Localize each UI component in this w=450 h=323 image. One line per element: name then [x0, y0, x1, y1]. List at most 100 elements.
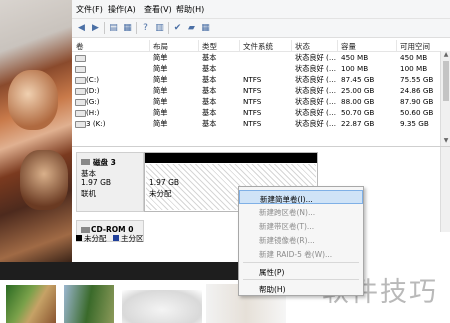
column-divider	[198, 40, 199, 51]
cell-filesystem: NTFS	[243, 86, 262, 95]
column-divider	[396, 40, 397, 51]
scroll-thumb[interactable]	[443, 61, 449, 101]
menu-help[interactable]: 帮助(H)	[239, 281, 363, 295]
menu-help[interactable]: 帮助(H)	[176, 4, 204, 15]
menu-item-label: 帮助(H)	[259, 285, 286, 294]
primary-swatch	[113, 235, 119, 241]
forward-icon[interactable]: ▶	[90, 22, 101, 33]
disk-3-info[interactable]: 磁盘 3 基本 1.97 GB 联机	[76, 152, 144, 212]
menu-new-mirrored-volume[interactable]: 新建镜像卷(R)...	[239, 232, 363, 246]
menu-view[interactable]: 查看(V)	[144, 4, 172, 15]
menu-new-striped-volume[interactable]: 新建带区卷(T)...	[239, 218, 363, 232]
photo-figure	[8, 70, 58, 130]
partition-state: 未分配	[149, 189, 172, 198]
list-icon[interactable]: ▥	[154, 22, 165, 33]
cell-capacity: 25.00 GB	[341, 86, 375, 95]
volume-icon	[75, 110, 86, 117]
menu-action[interactable]: 操作(A)	[108, 4, 136, 15]
unallocated-swatch	[76, 235, 82, 241]
cell-capacity: 50.70 GB	[341, 108, 375, 117]
cell-capacity: 100 MB	[341, 64, 369, 73]
menu-new-raid5-volume[interactable]: 新建 RAID-5 卷(W)...	[239, 246, 363, 260]
volume-icon	[75, 99, 86, 106]
cell-layout: 简单	[153, 119, 168, 128]
cell-volume: (C:)	[86, 75, 100, 84]
toolbar-divider	[168, 22, 169, 34]
cell-type: 基本	[202, 97, 217, 106]
column-divider	[149, 40, 150, 51]
cell-status: 状态良好 (…	[295, 86, 337, 95]
cell-type: 基本	[202, 108, 217, 117]
cell-type: 基本	[202, 119, 217, 128]
menu-item-label: 属性(P)	[259, 268, 285, 277]
scroll-up-icon[interactable]: ▲	[442, 51, 450, 59]
column-volume[interactable]: 卷	[76, 41, 84, 52]
menu-file[interactable]: 文件(F)	[76, 4, 103, 15]
cell-type: 基本	[202, 53, 217, 62]
column-filesystem[interactable]: 文件系统	[243, 41, 273, 52]
grid-icon[interactable]: ▦	[200, 22, 211, 33]
cell-status: 状态良好 (…	[295, 108, 337, 117]
column-layout[interactable]: 布局	[153, 41, 168, 52]
cell-capacity: 87.45 GB	[341, 75, 375, 84]
scroll-down-icon[interactable]: ▼	[442, 137, 450, 145]
menu-item-label: 新建带区卷(T)...	[259, 222, 315, 231]
cell-type: 基本	[202, 75, 217, 84]
cell-status: 状态良好 (…	[295, 64, 337, 73]
cell-free-space: 9.35 GB	[400, 119, 429, 128]
cell-layout: 简单	[153, 108, 168, 117]
disk-view-scrollbar[interactable]	[440, 147, 450, 232]
table-row[interactable]: 3 (K:) 简单 基本 NTFS 状态良好 (… 22.87 GB 9.35 …	[72, 118, 450, 129]
cell-filesystem: NTFS	[243, 119, 262, 128]
cell-status: 状态良好 (…	[295, 97, 337, 106]
help-icon[interactable]: ?	[140, 22, 151, 33]
volume-icon	[75, 88, 86, 95]
properties-icon[interactable]: ▦	[122, 22, 133, 33]
checkmark-icon[interactable]: ✔	[172, 22, 183, 33]
cell-free-space: 87.90 GB	[400, 97, 434, 106]
cell-volume: (G:)	[86, 97, 100, 106]
column-capacity[interactable]: 容量	[341, 41, 356, 52]
column-type[interactable]: 类型	[202, 41, 217, 52]
cell-status: 状态良好 (…	[295, 119, 337, 128]
toolbar-divider	[136, 22, 137, 34]
cell-status: 状态良好 (…	[295, 75, 337, 84]
menu-new-simple-volume[interactable]: 新建简单卷(I)...	[239, 190, 363, 204]
folder-icon[interactable]: ▰	[186, 22, 197, 33]
toolbar-divider	[104, 22, 105, 34]
background-photo-left	[0, 0, 72, 262]
menu-bar: 文件(F) 操作(A) 查看(V) 帮助(H)	[72, 0, 450, 19]
table-row[interactable]: 简单 基本 状态良好 (… 450 MB 450 MB	[72, 52, 450, 63]
toolbar: ◀ ▶ ▤ ▦ ? ▥ ✔ ▰ ▦	[72, 19, 450, 38]
console-tree-icon[interactable]: ▤	[108, 22, 119, 33]
legend-primary: 主分区	[121, 234, 144, 243]
volume-list-scrollbar[interactable]: ▲ ▼	[440, 51, 450, 146]
menu-new-spanned-volume[interactable]: 新建跨区卷(N)...	[239, 204, 363, 218]
menu-properties[interactable]: 属性(P)	[239, 264, 363, 278]
cell-free-space: 100 MB	[400, 64, 428, 73]
table-row[interactable]: (H:) 简单 基本 NTFS 状态良好 (… 50.70 GB 50.60 G…	[72, 107, 450, 118]
volume-table-header: 卷 布局 类型 文件系统 状态 容量 可用空间	[72, 40, 450, 52]
volume-icon	[75, 121, 86, 128]
cell-filesystem: NTFS	[243, 75, 262, 84]
column-free-space[interactable]: 可用空间	[400, 41, 430, 52]
menu-item-label: 新建镜像卷(R)...	[259, 236, 315, 245]
disk-size: 1.97 GB	[81, 178, 112, 187]
cell-volume: (D:)	[86, 86, 100, 95]
cell-layout: 简单	[153, 53, 168, 62]
table-row[interactable]: (G:) 简单 基本 NTFS 状态良好 (… 88.00 GB 87.90 G…	[72, 96, 450, 107]
back-icon[interactable]: ◀	[76, 22, 87, 33]
cell-free-space: 50.60 GB	[400, 108, 434, 117]
table-row[interactable]: 简单 基本 状态良好 (… 100 MB 100 MB	[72, 63, 450, 74]
column-divider	[291, 40, 292, 51]
cell-type: 基本	[202, 64, 217, 73]
table-row[interactable]: (C:) 简单 基本 NTFS 状态良好 (… 87.45 GB 75.55 G…	[72, 74, 450, 85]
menu-separator	[243, 279, 359, 280]
menu-item-label: 新建跨区卷(N)...	[259, 208, 316, 217]
volume-icon	[75, 66, 86, 73]
table-row[interactable]: (D:) 简单 基本 NTFS 状态良好 (… 25.00 GB 24.86 G…	[72, 85, 450, 96]
photo-figure	[20, 150, 68, 210]
column-status[interactable]: 状态	[295, 41, 310, 52]
cell-layout: 简单	[153, 86, 168, 95]
photo-thumbnail	[122, 290, 202, 323]
